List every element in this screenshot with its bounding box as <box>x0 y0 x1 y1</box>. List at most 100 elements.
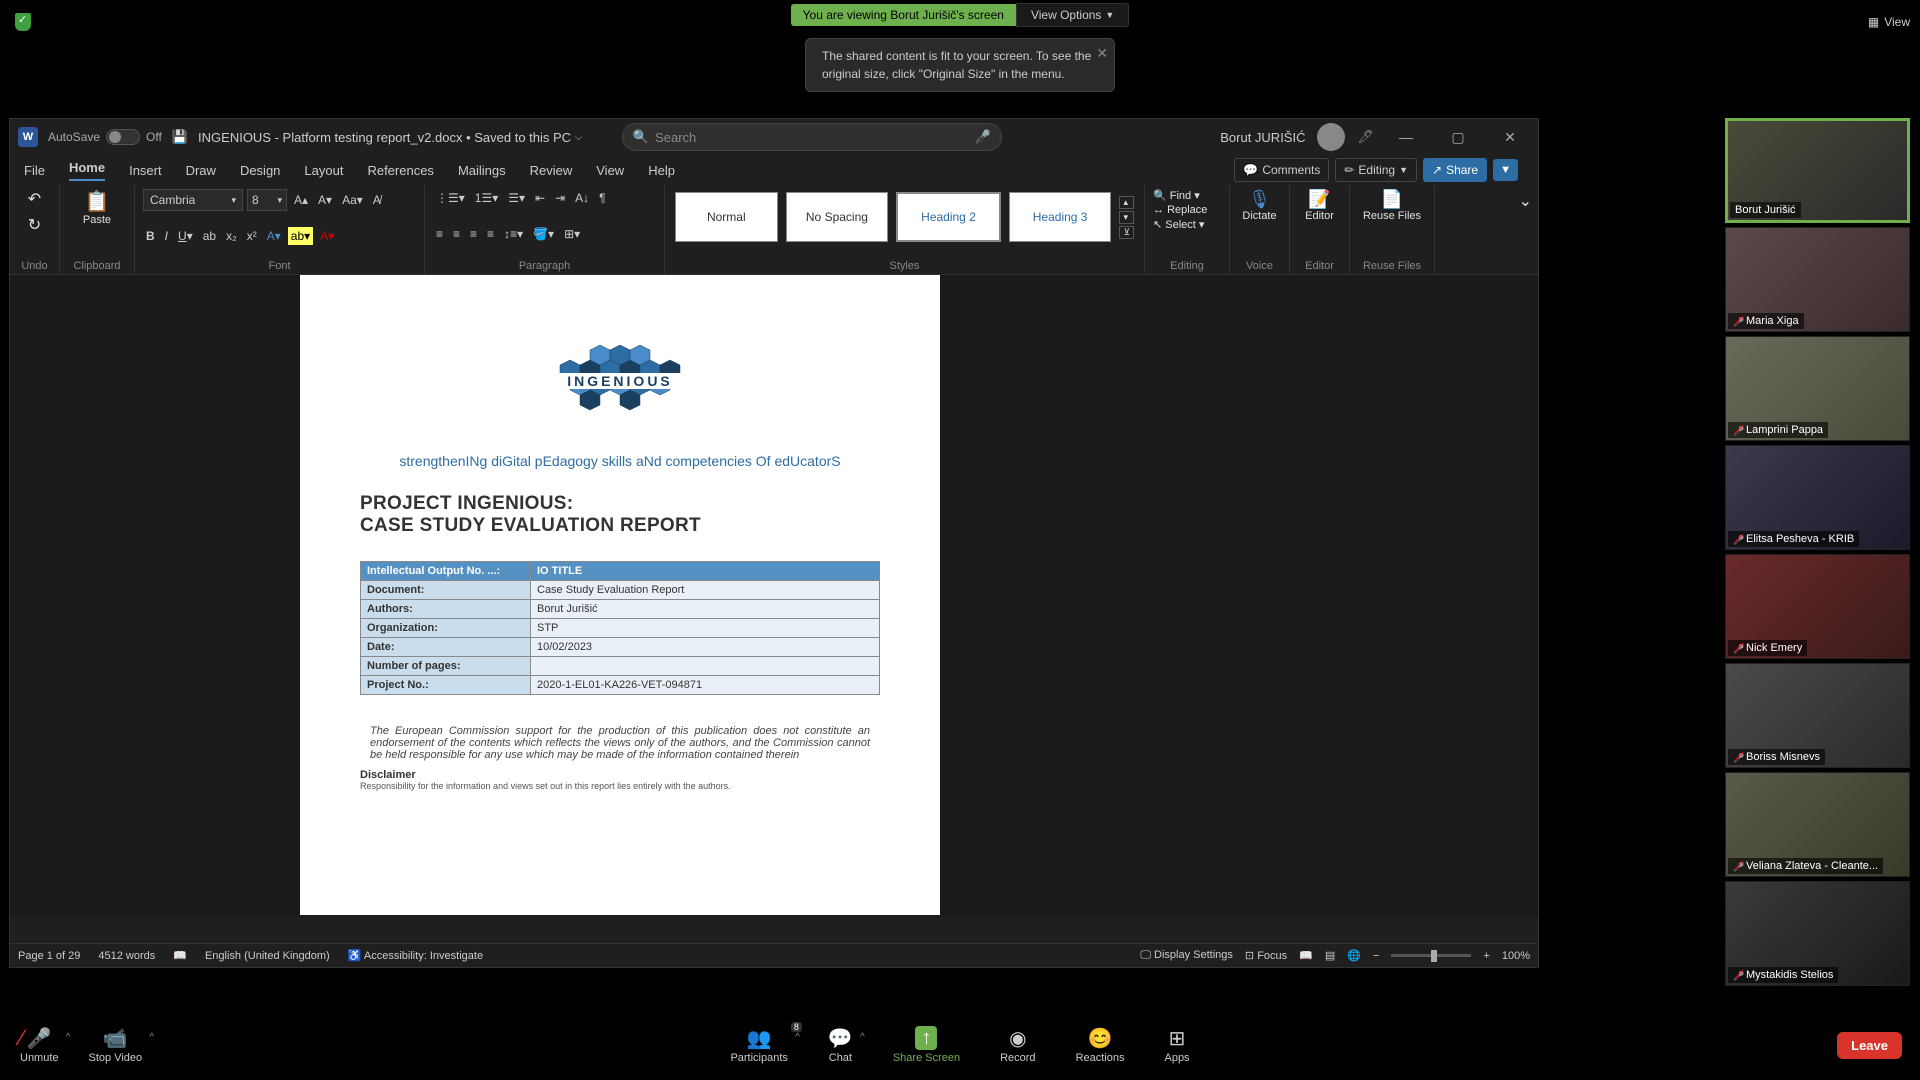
unmute-button[interactable]: 🎤⁄ Unmute ^ <box>20 1026 59 1064</box>
zoom-in-icon[interactable]: + <box>1483 950 1489 962</box>
chat-button[interactable]: 💬 Chat ^ <box>828 1026 853 1064</box>
video-tile[interactable]: Nick Emery <box>1725 554 1910 659</box>
style-heading3[interactable]: Heading 3 <box>1009 192 1112 242</box>
styles-down-icon[interactable]: ▾ <box>1119 211 1134 224</box>
zoom-slider[interactable] <box>1391 954 1471 957</box>
save-icon[interactable]: 💾 <box>172 129 188 145</box>
mic-icon[interactable]: 🎤 <box>975 129 991 145</box>
borders-icon[interactable]: ⊞▾ <box>561 225 583 243</box>
dictate-icon[interactable]: 🎙 <box>1238 189 1281 210</box>
zoom-level[interactable]: 100% <box>1502 950 1530 962</box>
tab-draw[interactable]: Draw <box>186 163 216 178</box>
display-settings[interactable]: 🖵 Display Settings <box>1140 949 1233 962</box>
justify-icon[interactable]: ≡ <box>484 225 497 243</box>
apps-button[interactable]: ⊞ Apps <box>1164 1026 1189 1064</box>
video-tile[interactable]: Mystakidis Stelios <box>1725 881 1910 986</box>
tab-file[interactable]: File <box>24 163 45 178</box>
accessibility-indicator[interactable]: ♿ Accessibility: Investigate <box>348 949 483 962</box>
editing-mode-dropdown[interactable]: ✏ Editing ▼ <box>1335 158 1417 182</box>
align-left-icon[interactable]: ≡ <box>433 225 446 243</box>
tab-insert[interactable]: Insert <box>129 163 162 178</box>
collapse-ribbon-icon[interactable]: ⌄ <box>1513 185 1538 274</box>
decrease-indent-icon[interactable]: ⇤ <box>532 189 548 207</box>
shading-icon[interactable]: 🪣▾ <box>530 225 557 243</box>
underline-button[interactable]: U▾ <box>175 227 196 245</box>
subscript-button[interactable]: x₂ <box>223 227 240 245</box>
close-button[interactable]: ✕ <box>1490 129 1530 146</box>
chevron-up-icon[interactable]: ^ <box>66 1032 71 1043</box>
style-heading2[interactable]: Heading 2 <box>896 192 1001 242</box>
style-normal[interactable]: Normal <box>675 192 778 242</box>
avatar[interactable] <box>1317 123 1345 151</box>
undo-icon[interactable]: ↶ <box>28 189 41 209</box>
superscript-button[interactable]: x² <box>244 227 260 245</box>
redo-icon[interactable]: ↻ <box>28 215 41 235</box>
comments-button[interactable]: 💬 Comments <box>1234 158 1329 182</box>
numbering-icon[interactable]: 1☰▾ <box>472 189 501 207</box>
chevron-up-icon[interactable]: ^ <box>149 1032 154 1043</box>
reactions-button[interactable]: 😊 Reactions <box>1076 1026 1125 1064</box>
font-size-dropdown[interactable]: 8▾ <box>247 189 287 211</box>
coming-soon-icon[interactable]: 🖊 <box>1357 129 1374 145</box>
paste-icon[interactable]: 📋 <box>85 189 110 214</box>
italic-button[interactable]: I <box>162 227 171 245</box>
video-tile[interactable]: Maria Xiga <box>1725 227 1910 332</box>
leave-button[interactable]: Leave <box>1837 1032 1902 1059</box>
highlight-icon[interactable]: ab▾ <box>288 227 313 245</box>
styles-more-icon[interactable]: ⊻ <box>1119 226 1134 239</box>
video-tile[interactable]: Elitsa Pesheva - KRIB <box>1725 445 1910 550</box>
tab-mailings[interactable]: Mailings <box>458 163 506 178</box>
increase-font-icon[interactable]: A▴ <box>291 191 311 209</box>
maximize-button[interactable]: ▢ <box>1438 129 1478 146</box>
align-right-icon[interactable]: ≡ <box>467 225 480 243</box>
chevron-up-icon[interactable]: ^ <box>795 1032 800 1043</box>
view-options-dropdown[interactable]: View Options ▼ <box>1016 3 1129 27</box>
editor-icon[interactable]: 📝 <box>1298 189 1341 210</box>
zoom-out-icon[interactable]: − <box>1373 950 1379 962</box>
spell-check-icon[interactable]: 📖 <box>173 949 187 962</box>
replace-button[interactable]: ↔ Replace <box>1153 204 1221 216</box>
bold-button[interactable]: B <box>143 227 158 245</box>
share-screen-button[interactable]: ↑ Share Screen <box>893 1026 960 1064</box>
print-layout-icon[interactable]: ▤ <box>1325 949 1335 962</box>
search-input[interactable]: 🔍 Search 🎤 <box>622 123 1002 151</box>
clear-format-icon[interactable]: A̸ <box>370 191 384 209</box>
tab-view[interactable]: View <box>596 163 624 178</box>
view-layout-button[interactable]: ▦ View <box>1868 15 1910 29</box>
decrease-font-icon[interactable]: A▾ <box>315 191 335 209</box>
sort-icon[interactable]: A↓ <box>572 189 592 207</box>
stop-video-button[interactable]: 📹 Stop Video ^ <box>89 1026 143 1064</box>
autosave-toggle[interactable]: AutoSave Off <box>48 129 162 145</box>
participants-button[interactable]: 👥 Participants 8 ^ <box>730 1026 787 1064</box>
share-dropdown[interactable]: ▼ <box>1493 159 1518 181</box>
video-tile[interactable]: Boriss Misnevs <box>1725 663 1910 768</box>
multilevel-icon[interactable]: ☰▾ <box>505 189 528 207</box>
strike-button[interactable]: ab <box>200 227 219 245</box>
increase-indent-icon[interactable]: ⇥ <box>552 189 568 207</box>
align-center-icon[interactable]: ≡ <box>450 225 463 243</box>
record-button[interactable]: ◉ Record <box>1000 1026 1035 1064</box>
styles-up-icon[interactable]: ▴ <box>1119 196 1134 209</box>
web-layout-icon[interactable]: 🌐 <box>1347 949 1361 962</box>
video-tile[interactable]: Lamprini Pappa <box>1725 336 1910 441</box>
video-tile[interactable]: Veliana Zlateva - Cleante... <box>1725 772 1910 877</box>
bullets-icon[interactable]: ⋮☰▾ <box>433 189 468 207</box>
tab-home[interactable]: Home <box>69 160 105 181</box>
minimize-button[interactable]: — <box>1386 129 1426 145</box>
font-name-dropdown[interactable]: Cambria▾ <box>143 189 243 211</box>
tab-help[interactable]: Help <box>648 163 675 178</box>
language-indicator[interactable]: English (United Kingdom) <box>205 950 330 962</box>
font-color-icon[interactable]: A▾ <box>317 227 337 245</box>
show-marks-icon[interactable]: ¶ <box>596 189 608 207</box>
select-button[interactable]: ↖ Select ▾ <box>1153 218 1221 231</box>
line-spacing-icon[interactable]: ↕≡▾ <box>501 225 526 243</box>
change-case-icon[interactable]: Aa▾ <box>339 191 366 209</box>
reuse-icon[interactable]: 📄 <box>1358 189 1426 210</box>
video-tile[interactable]: Borut Jurišić <box>1725 118 1910 223</box>
page-indicator[interactable]: Page 1 of 29 <box>18 950 80 962</box>
chevron-up-icon[interactable]: ^ <box>860 1032 865 1043</box>
document-canvas[interactable]: INGENIOUS strengthenINg diGital pEdagogy… <box>10 275 1538 915</box>
word-count[interactable]: 4512 words <box>98 950 155 962</box>
share-button[interactable]: ↗ Share <box>1423 158 1487 182</box>
read-mode-icon[interactable]: 📖 <box>1299 949 1313 962</box>
